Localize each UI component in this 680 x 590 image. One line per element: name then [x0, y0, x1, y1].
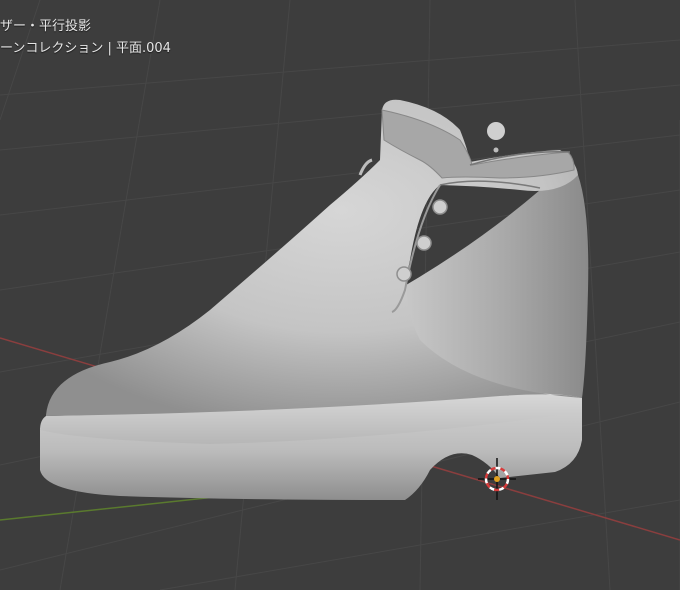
eyelet-3: [396, 266, 412, 282]
eyelet-2: [416, 235, 432, 251]
eyelet-1: [432, 199, 448, 215]
3d-viewport[interactable]: ザー・平行投影 ーンコレクション | 平面.004: [0, 0, 680, 590]
viewport-scene[interactable]: [0, 0, 680, 590]
collection-object-label: ーンコレクション | 平面.004: [0, 41, 171, 56]
view-mode-label: ザー・平行投影: [0, 19, 92, 34]
light-object[interactable]: [487, 122, 505, 153]
boot-model[interactable]: [40, 99, 589, 500]
